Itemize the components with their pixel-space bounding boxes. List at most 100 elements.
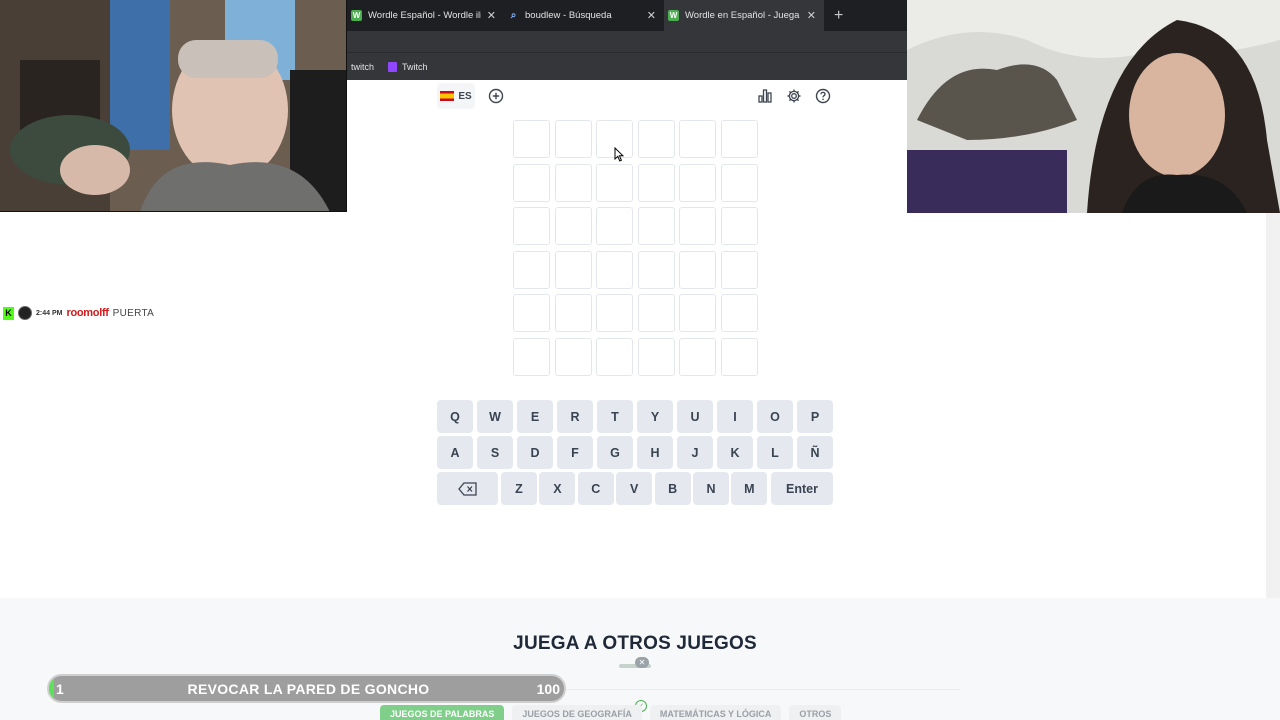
board-tile	[554, 207, 592, 245]
key-p[interactable]: P	[797, 400, 833, 433]
key-z[interactable]: Z	[501, 472, 537, 505]
settings-button[interactable]	[781, 83, 807, 109]
board-tile	[513, 337, 550, 376]
tab-others[interactable]: OTROS	[789, 705, 842, 720]
board-tile	[596, 207, 634, 245]
board-tile	[637, 207, 675, 245]
key-c[interactable]: C	[577, 472, 614, 505]
tab-wordle-ilimitado[interactable]: W Wordle Español - Wordle ilimitado ✕	[347, 0, 504, 31]
key-n[interactable]: N	[693, 472, 729, 505]
board-tile	[554, 163, 592, 202]
key-q[interactable]: Q	[437, 400, 473, 433]
close-tab-icon[interactable]: ✕	[807, 9, 816, 22]
chat-message: K 2:44 PM roomolff PUERTA	[3, 306, 154, 320]
key-j[interactable]: J	[677, 436, 713, 469]
help-button[interactable]	[810, 83, 836, 109]
key-o[interactable]: O	[757, 400, 793, 433]
left-webcam-feed	[0, 0, 347, 212]
board-tile	[637, 250, 675, 289]
redemption-title: REVOCAR LA PARED DE GONCHO	[187, 681, 430, 697]
chat-avatar	[18, 306, 32, 320]
tab-word-games[interactable]: JUEGOS DE PALABRAS	[380, 705, 505, 720]
board-tile	[679, 337, 717, 376]
wordle-board	[513, 120, 758, 376]
board-tile	[554, 294, 592, 332]
board-tile	[513, 294, 550, 332]
bookmark-twitch[interactable]: Twitch	[388, 61, 428, 72]
board-tile	[720, 250, 758, 289]
board-tile	[679, 120, 717, 158]
add-icon	[488, 88, 504, 104]
spain-flag-icon	[440, 91, 455, 101]
key-t[interactable]: T	[597, 400, 633, 433]
tab-wordle-espanol[interactable]: W Wordle en Español - Juega Wordle ✕	[664, 0, 824, 31]
key-y[interactable]: Y	[637, 400, 673, 433]
enter-key[interactable]: Enter	[771, 472, 833, 505]
new-tab-icon[interactable]: +	[824, 7, 853, 25]
board-tile	[513, 120, 550, 158]
close-tab-icon[interactable]: ✕	[647, 9, 656, 22]
key-v[interactable]: V	[616, 472, 653, 505]
key-h[interactable]: H	[637, 436, 673, 469]
key-w[interactable]: W	[477, 400, 513, 433]
board-tile	[554, 337, 592, 376]
key-s[interactable]: S	[477, 436, 513, 469]
address-bar-row	[347, 31, 907, 53]
bookmark-twitch-text[interactable]: twitch	[351, 62, 374, 72]
key-m[interactable]: M	[731, 472, 768, 505]
key-l[interactable]: L	[757, 436, 793, 469]
board-tile	[513, 163, 550, 202]
right-webcam-feed	[907, 0, 1280, 213]
key-g[interactable]: G	[597, 436, 633, 469]
chat-text: PUERTA	[112, 307, 155, 319]
board-tile	[637, 163, 675, 202]
twitch-icon	[388, 61, 398, 72]
backspace-key[interactable]	[437, 472, 498, 505]
language-button[interactable]: ES	[437, 83, 475, 109]
search-favicon-icon: ⌕	[510, 10, 517, 21]
tab-math-logic[interactable]: MATEMÁTICAS Y LÓGICA	[649, 705, 782, 720]
key-k[interactable]: K	[717, 436, 753, 469]
backspace-icon	[457, 481, 477, 496]
chat-username: roomolff	[66, 307, 109, 319]
tab-title: boudlew - Búsqueda	[525, 10, 612, 21]
key-x[interactable]: X	[539, 472, 576, 505]
redemption-cost: 100	[536, 681, 560, 697]
key-r[interactable]: R	[557, 400, 593, 433]
key-b[interactable]: B	[654, 472, 691, 505]
close-tab-icon[interactable]: ✕	[487, 9, 496, 22]
key-ñ[interactable]: Ñ	[797, 436, 833, 469]
board-tile	[679, 207, 717, 245]
key-f[interactable]: F	[557, 436, 593, 469]
left-webcam-image	[0, 0, 346, 211]
tab-geography-games[interactable]: JUEGOS DE GEOGRAFÍA	[512, 705, 642, 720]
key-e[interactable]: E	[517, 400, 553, 433]
browser-chrome: W Wordle Español - Wordle ilimitado ✕ ⌕ …	[347, 0, 907, 80]
board-tile	[596, 250, 634, 289]
key-d[interactable]: D	[517, 436, 553, 469]
board-tile	[513, 207, 550, 245]
wordle-favicon-icon: W	[351, 10, 362, 21]
board-tile	[596, 294, 634, 332]
tab-strip: W Wordle Español - Wordle ilimitado ✕ ⌕ …	[347, 0, 907, 31]
key-i[interactable]: I	[717, 400, 753, 433]
key-a[interactable]: A	[437, 436, 473, 469]
mouse-cursor-icon	[614, 147, 624, 162]
board-tile	[679, 163, 717, 202]
tab-search[interactable]: ⌕ boudlew - Búsqueda ✕	[504, 0, 664, 31]
board-tile	[720, 163, 758, 202]
board-tile	[679, 294, 717, 332]
board-tile	[596, 337, 634, 376]
board-tile	[513, 250, 550, 289]
add-button[interactable]	[483, 83, 509, 109]
board-tile	[554, 120, 592, 158]
kick-logo-icon: K	[3, 306, 14, 320]
bookmark-label: twitch	[351, 61, 375, 72]
tab-title: Wordle Español - Wordle ilimitado	[368, 10, 481, 21]
board-tile	[720, 120, 758, 158]
key-u[interactable]: U	[677, 400, 713, 433]
board-tile	[637, 120, 675, 158]
chat-timestamp: 2:44 PM	[36, 309, 63, 317]
stats-button[interactable]	[752, 83, 778, 109]
board-tile	[720, 207, 758, 245]
